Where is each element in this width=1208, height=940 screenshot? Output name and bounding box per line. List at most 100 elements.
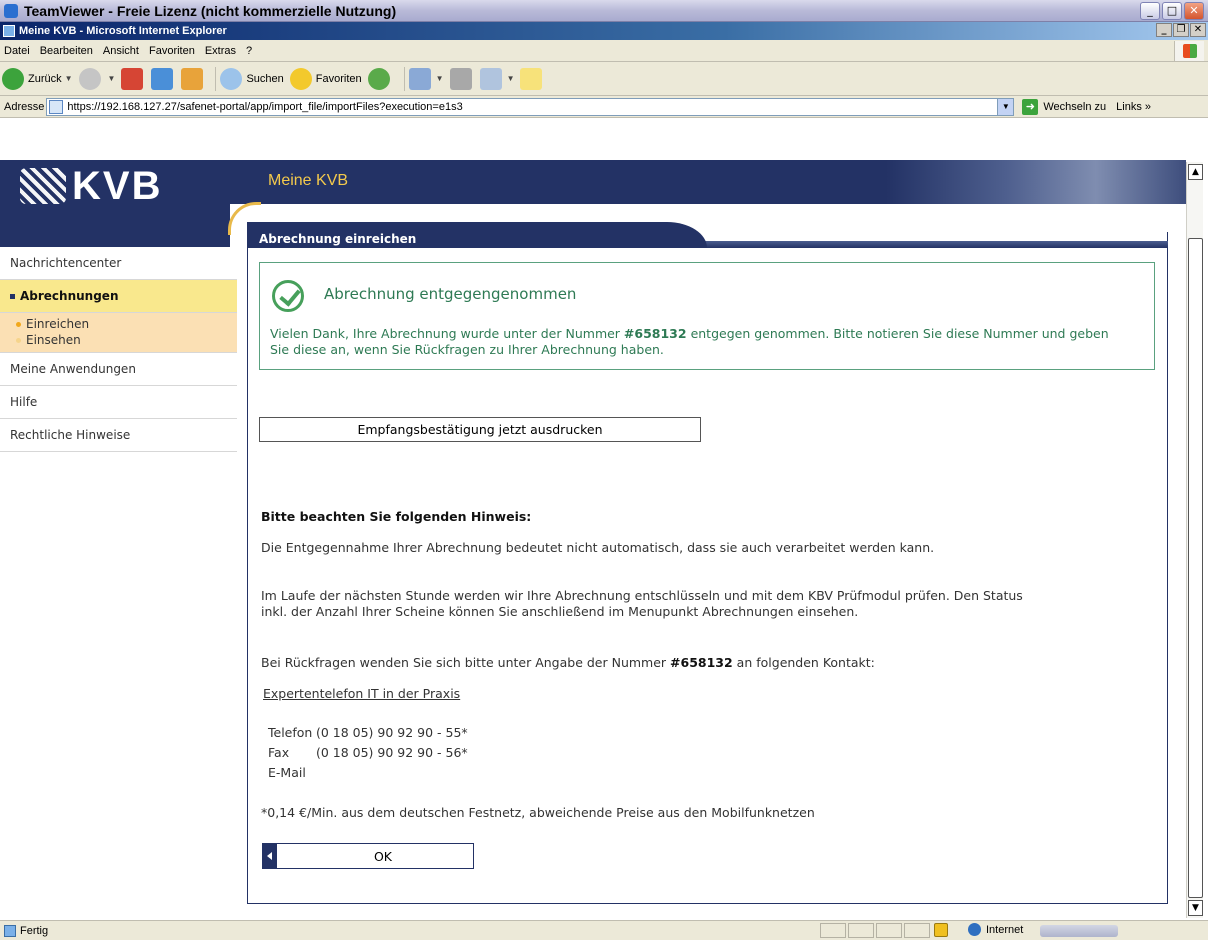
- checkmark-icon: [272, 280, 304, 312]
- sidebar-item-label: Meine Anwendungen: [10, 362, 136, 376]
- back-button[interactable]: Zurück ▼: [2, 67, 73, 90]
- stop-icon[interactable]: [121, 67, 144, 90]
- success-box: Abrechnung entgegengenommen Vielen Dank,…: [259, 262, 1155, 370]
- history-icon[interactable]: [367, 67, 390, 90]
- sidebar-item-hilfe[interactable]: Hilfe: [0, 386, 237, 419]
- ie-close-icon[interactable]: ✕: [1190, 23, 1206, 37]
- sidebar-item-label: Hilfe: [10, 395, 38, 409]
- menu-bar: Datei Bearbeiten Ansicht Favoriten Extra…: [0, 40, 1208, 62]
- sidebar-item-meine-anwendungen[interactable]: Meine Anwendungen: [0, 353, 237, 386]
- back-label: Zurück: [28, 72, 62, 85]
- fax-label: Fax: [268, 745, 290, 760]
- site-title: Meine KVB: [268, 172, 349, 189]
- lock-icon: [934, 923, 948, 937]
- menu-bearbeiten[interactable]: Bearbeiten: [40, 45, 93, 57]
- search-button[interactable]: Suchen: [220, 67, 284, 90]
- mail-icon[interactable]: [408, 67, 431, 90]
- sidebar-subitems: Einreichen Einsehen: [0, 313, 237, 353]
- maximize-icon[interactable]: □: [1162, 2, 1182, 20]
- bullet-icon: [16, 337, 21, 343]
- forward-arrow-icon: [78, 67, 101, 90]
- toolbar: Zurück ▼ ▼ Suchen Favoriten ▼ ▼: [0, 62, 1208, 96]
- status-bar: Fertig Internet: [0, 920, 1208, 940]
- sidebar: Nachrichtencenter Abrechnungen Einreiche…: [0, 247, 237, 452]
- price-footnote: *0,14 €/Min. aus dem deutschen Festnetz,…: [261, 805, 815, 820]
- menu-help[interactable]: ?: [246, 45, 252, 57]
- close-icon[interactable]: ✕: [1184, 2, 1204, 20]
- notice-contact-text: Bei Rückfragen wenden Sie sich bitte unt…: [261, 655, 875, 670]
- kvb-logo[interactable]: KVB: [0, 160, 230, 247]
- go-button[interactable]: ➜ Wechseln zu: [1022, 98, 1107, 115]
- ie-restore-icon[interactable]: ❐: [1173, 23, 1189, 37]
- security-zone: Internet: [968, 923, 1023, 936]
- ie-page-icon: [3, 25, 15, 37]
- reference-number: #658132: [670, 655, 733, 670]
- sidebar-item-nachrichtencenter[interactable]: Nachrichtencenter: [0, 247, 237, 280]
- teamviewer-title-bar: TeamViewer - Freie Lizenz (nicht kommerz…: [0, 0, 1208, 22]
- status-text: Fertig: [4, 924, 48, 937]
- search-icon: [220, 67, 243, 90]
- home-icon[interactable]: [181, 67, 204, 90]
- phone-label: Telefon: [268, 725, 313, 740]
- success-heading: Abrechnung entgegengenommen: [324, 285, 577, 303]
- ie-window-title: Meine KVB - Microsoft Internet Explorer: [19, 25, 227, 37]
- address-label: Adresse: [4, 100, 45, 113]
- email-label: E-Mail: [268, 765, 306, 780]
- minimize-icon[interactable]: _: [1140, 2, 1160, 20]
- favorites-label: Favoriten: [315, 72, 362, 85]
- menu-favoriten[interactable]: Favoriten: [149, 45, 195, 57]
- notice-title: Bitte beachten Sie folgenden Hinweis:: [261, 509, 532, 524]
- vertical-scrollbar[interactable]: ▲ ▼: [1186, 162, 1203, 918]
- reference-number: #658132: [623, 326, 687, 341]
- address-input[interactable]: https://192.168.127.27/safenet-portal/ap…: [46, 97, 1015, 116]
- ok-label: OK: [373, 849, 393, 864]
- panel-title: Abrechnung einreichen: [247, 222, 707, 248]
- scroll-down-icon[interactable]: ▼: [1188, 900, 1203, 916]
- page-icon: [49, 99, 64, 114]
- scroll-up-icon[interactable]: ▲: [1188, 164, 1203, 180]
- address-url[interactable]: https://192.168.127.27/safenet-portal/ap…: [67, 101, 462, 113]
- page-done-icon: [4, 924, 16, 937]
- refresh-icon[interactable]: [151, 67, 174, 90]
- print-icon[interactable]: [449, 67, 472, 90]
- print-receipt-button[interactable]: Empfangsbestätigung jetzt ausdrucken: [259, 417, 701, 442]
- edit-icon[interactable]: [479, 67, 502, 90]
- menu-extras[interactable]: Extras: [205, 45, 236, 57]
- sidebar-item-label: Abrechnungen: [20, 289, 119, 303]
- sidebar-subitem-einreichen[interactable]: Einreichen: [16, 316, 237, 332]
- address-bar: Adresse https://192.168.127.27/safenet-p…: [0, 96, 1208, 118]
- links-button[interactable]: Links »: [1116, 101, 1151, 113]
- notice-paragraph: Die Entgegennahme Ihrer Abrechnung bedeu…: [261, 540, 935, 555]
- back-arrow-icon: [2, 67, 24, 90]
- note-icon[interactable]: [520, 67, 543, 90]
- crest-icon: [20, 168, 66, 204]
- search-label: Suchen: [246, 72, 284, 85]
- fax-value: (0 18 05) 90 92 90 - 56*: [315, 745, 468, 760]
- menu-ansicht[interactable]: Ansicht: [103, 45, 139, 57]
- sidebar-item-label: Nachrichtencenter: [10, 256, 122, 270]
- bullet-icon: [10, 293, 15, 299]
- address-dropdown-icon[interactable]: ▼: [997, 98, 1014, 115]
- header-image: [886, 160, 1186, 204]
- ok-button[interactable]: OK: [262, 843, 474, 869]
- sidebar-item-abrechnungen[interactable]: Abrechnungen: [0, 280, 237, 313]
- logo-text: KVB: [72, 164, 163, 208]
- scroll-thumb[interactable]: [1188, 238, 1203, 898]
- sidebar-item-rechtliche-hinweise[interactable]: Rechtliche Hinweise: [0, 419, 237, 452]
- phone-value: (0 18 05) 90 92 90 - 55*: [315, 725, 468, 740]
- success-message: Vielen Dank, Ihre Abrechnung wurde unter…: [270, 326, 1109, 357]
- ie-minimize-icon[interactable]: _: [1156, 23, 1172, 37]
- teamviewer-panel-tab[interactable]: [1040, 925, 1118, 937]
- forward-button[interactable]: ▼: [78, 67, 115, 90]
- globe-icon: [968, 923, 981, 936]
- menu-datei[interactable]: Datei: [4, 45, 30, 57]
- star-icon: [289, 67, 312, 90]
- go-label: Wechseln zu: [1043, 100, 1107, 113]
- favorites-button[interactable]: Favoriten: [289, 67, 362, 90]
- teamviewer-icon: [4, 3, 18, 18]
- sidebar-item-label: Rechtliche Hinweise: [10, 428, 131, 442]
- contact-link[interactable]: Expertentelefon IT in der Praxis: [263, 686, 460, 701]
- bullet-icon: [16, 321, 21, 327]
- sidebar-subitem-einsehen[interactable]: Einsehen: [16, 332, 237, 348]
- ie-title-bar: Meine KVB - Microsoft Internet Explorer …: [0, 22, 1208, 40]
